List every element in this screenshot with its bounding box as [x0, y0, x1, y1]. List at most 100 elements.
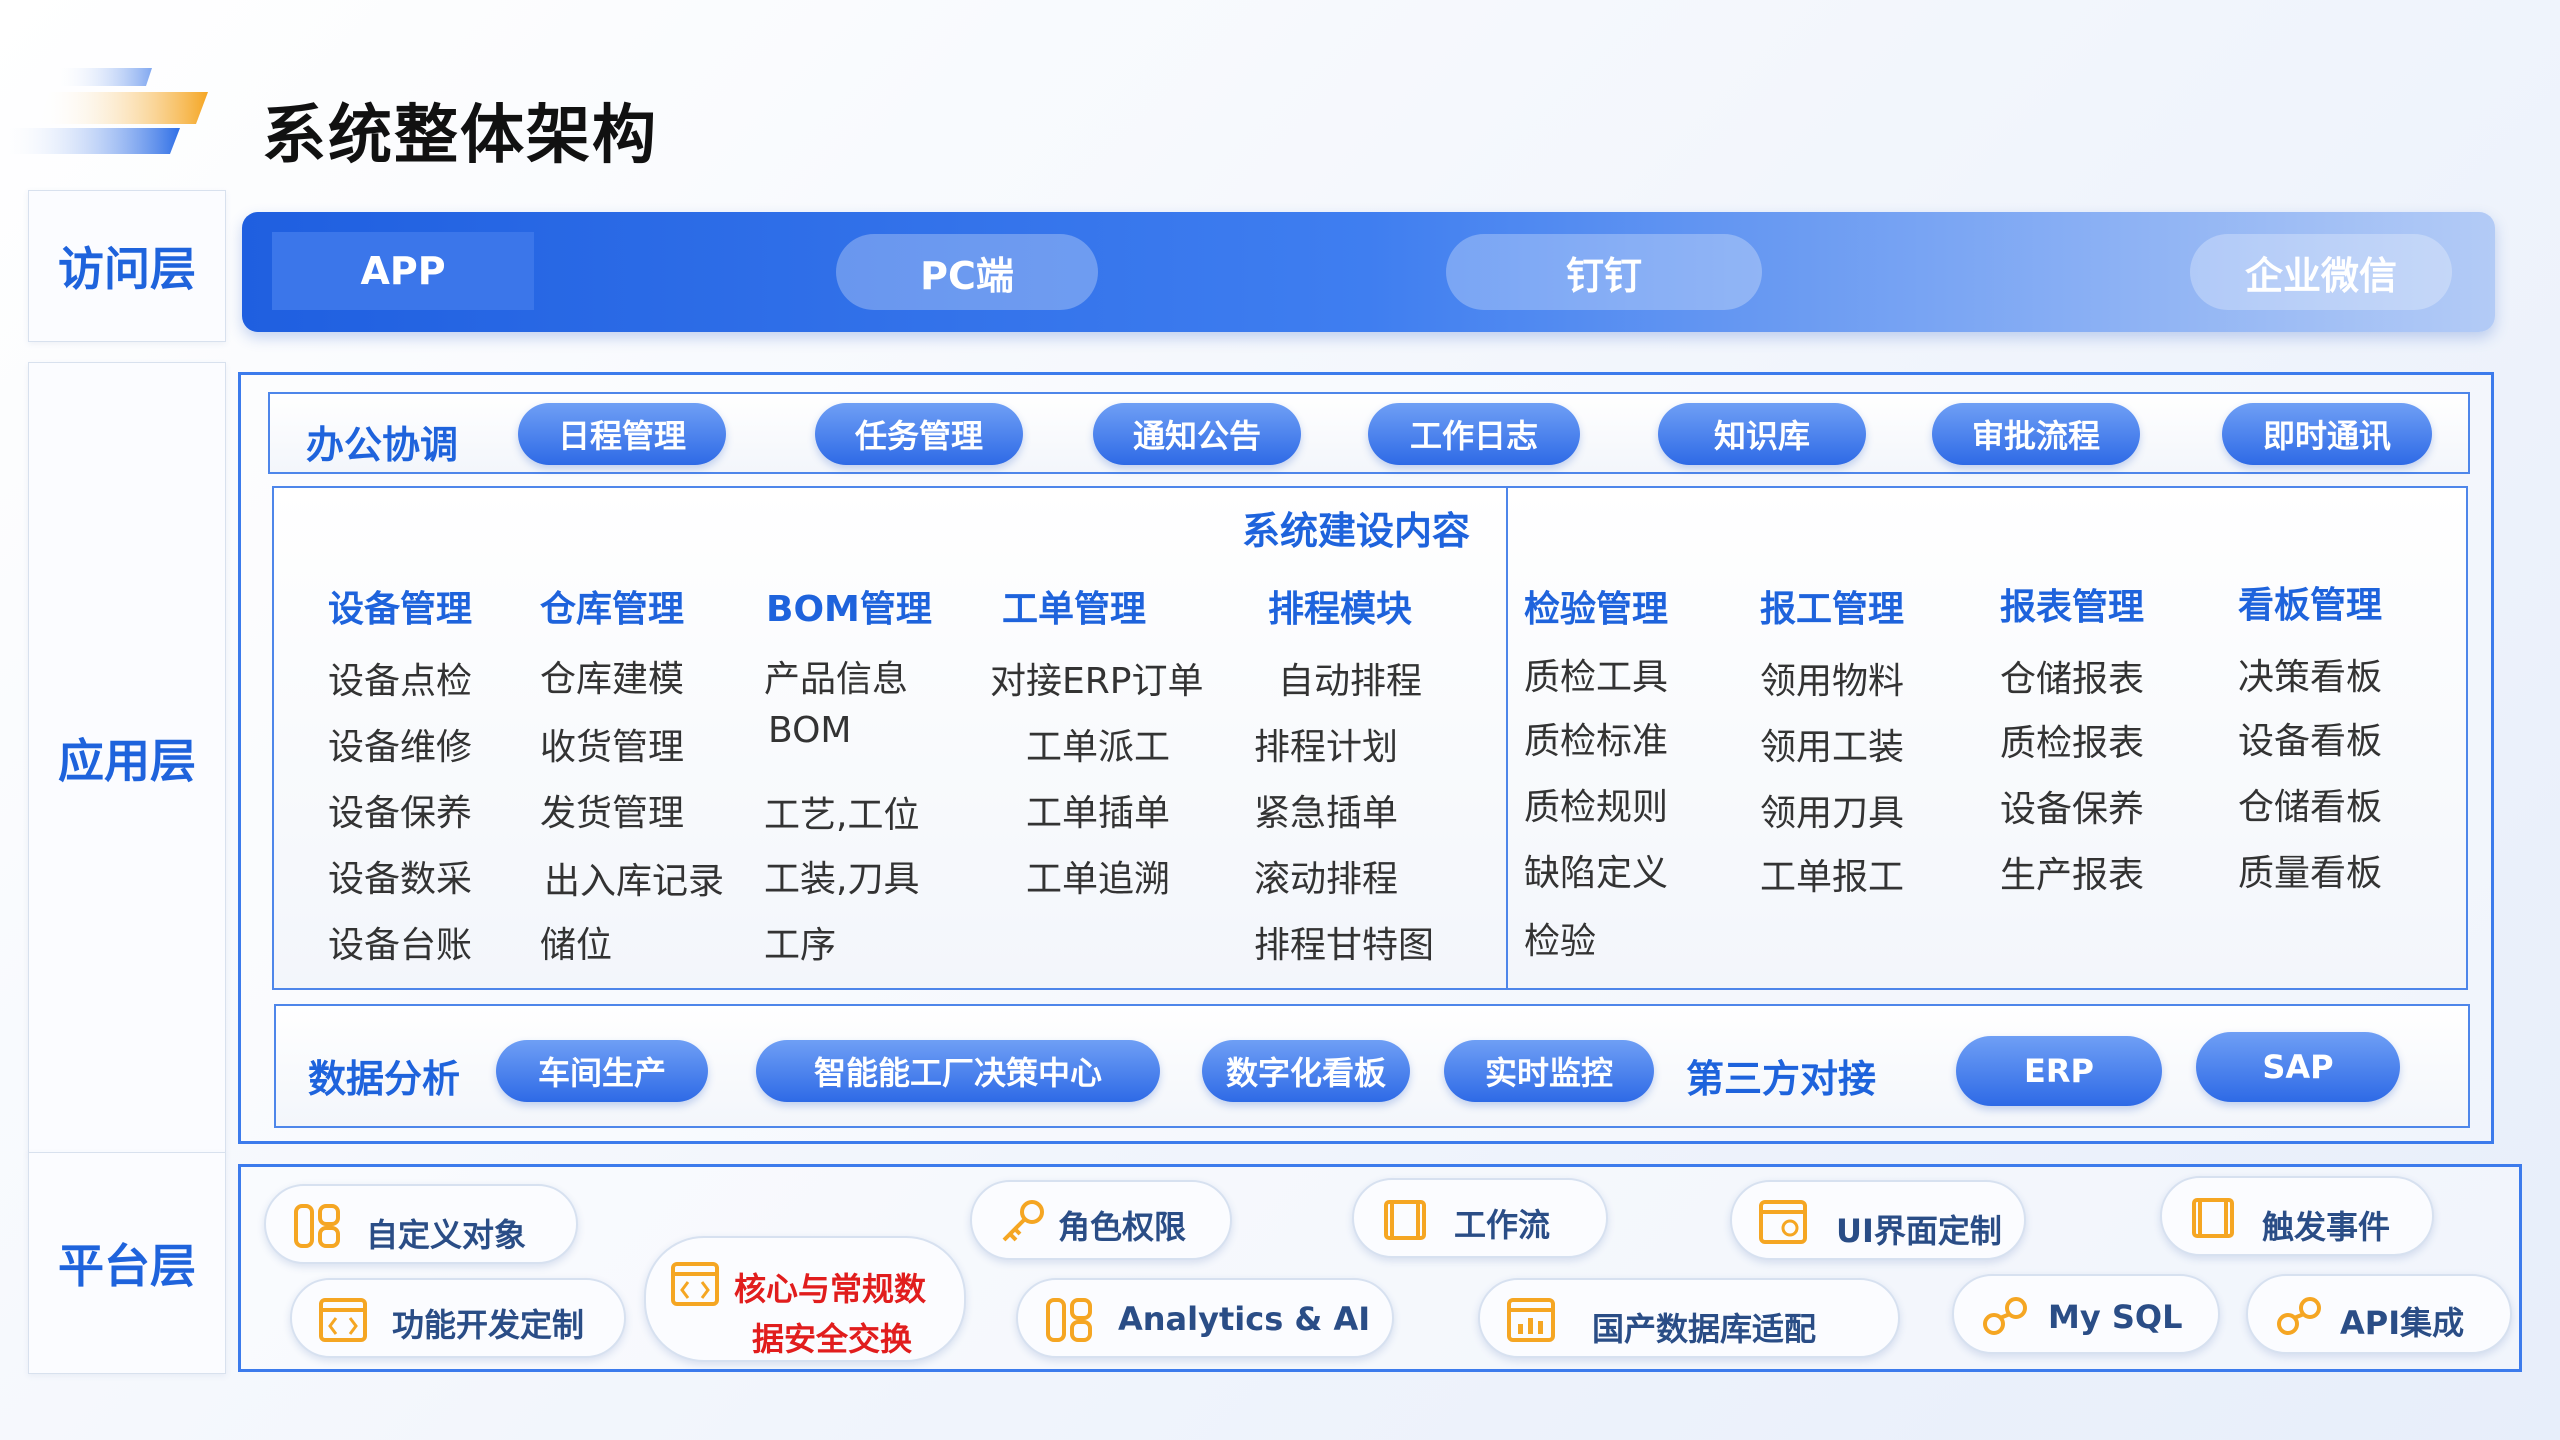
application-layer-label: 应用层 [28, 362, 226, 1154]
col-head-inspection: 检验管理 [1524, 589, 1669, 630]
office-item-knowledge[interactable]: 知识库 [1658, 403, 1866, 465]
cell-dashboard: 仓储看板 [2238, 787, 2383, 828]
link-icon [1983, 1297, 2027, 1335]
platform-item-label: 自定义对象 [366, 1216, 527, 1254]
cell-scheduling: 滚动排程 [1254, 859, 1399, 900]
third-party-erp[interactable]: ERP [1956, 1036, 2162, 1106]
cell-dashboard: 决策看板 [2238, 657, 2383, 698]
cell-workorder: 工单插单 [1026, 793, 1171, 834]
cell-reporting: 领用物料 [1760, 661, 1905, 702]
code-window-icon [319, 1298, 367, 1342]
access-item-dingtalk[interactable]: 钉钉 [1446, 234, 1762, 310]
office-item-approval[interactable]: 审批流程 [1932, 403, 2140, 465]
platform-item-label: My SQL [2048, 1298, 2183, 1336]
cell-scheduling: 排程甘特图 [1254, 925, 1435, 966]
office-item-im[interactable]: 即时通讯 [2222, 403, 2432, 465]
cell-equipment: 设备维修 [328, 727, 473, 768]
cell-bom: 工艺,工位 [764, 795, 920, 836]
browser-icon [1759, 1200, 1807, 1244]
page-title: 系统整体架构 [262, 99, 658, 173]
office-item-notice[interactable]: 通知公告 [1093, 403, 1301, 465]
col-head-dashboard: 看板管理 [2238, 585, 2383, 626]
chart-window-icon [1507, 1298, 1555, 1342]
cell-reporting: 领用工装 [1760, 727, 1905, 768]
office-title: 办公协调 [306, 423, 459, 467]
office-item-worklog[interactable]: 工作日志 [1368, 403, 1580, 465]
platform-item-label: 功能开发定制 [392, 1306, 585, 1344]
platform-item-analytics-ai[interactable]: Analytics & AI [1016, 1278, 1394, 1358]
access-item-wecom[interactable]: 企业微信 [2190, 234, 2452, 310]
cell-reports: 仓储报表 [2000, 659, 2145, 700]
cell-inspection: 缺陷定义 [1524, 853, 1669, 894]
platform-item-label-line2: 据安全交换 [752, 1320, 913, 1358]
cell-inspection: 质检工具 [1524, 657, 1669, 698]
access-item-pc[interactable]: PC端 [836, 234, 1098, 310]
access-layer-bar [242, 212, 2495, 332]
access-layer-label: 访问层 [28, 190, 226, 342]
cell-warehouse: 发货管理 [540, 793, 685, 834]
data-item-realtime-monitor[interactable]: 实时监控 [1444, 1040, 1654, 1102]
cell-equipment: 设备保养 [328, 793, 473, 834]
data-item-decision-center[interactable]: 智能能工厂决策中心 [756, 1040, 1160, 1102]
cell-scheduling: 排程计划 [1254, 727, 1399, 768]
platform-item-workflow[interactable]: 工作流 [1352, 1178, 1608, 1258]
platform-item-custom-object[interactable]: 自定义对象 [264, 1184, 578, 1264]
col-head-bom: BOM管理 [766, 589, 932, 630]
cell-scheduling: 紧急插单 [1254, 793, 1399, 834]
col-head-reports: 报表管理 [2000, 587, 2145, 628]
platform-item-mysql[interactable]: My SQL [1952, 1274, 2220, 1354]
cell-warehouse: 仓库建模 [540, 659, 685, 700]
cell-scheduling: 自动排程 [1278, 661, 1423, 702]
cell-dashboard: 质量看板 [2238, 853, 2383, 894]
col-head-scheduling: 排程模块 [1268, 589, 1413, 630]
platform-layer-label: 平台层 [28, 1152, 226, 1374]
cell-workorder: 工单追溯 [1026, 859, 1171, 900]
cell-warehouse: 出入库记录 [544, 861, 725, 902]
code-window-icon [671, 1262, 719, 1306]
office-item-task[interactable]: 任务管理 [815, 403, 1023, 465]
cell-inspection: 质检规则 [1524, 787, 1669, 828]
cell-workorder: 工单派工 [1026, 727, 1171, 768]
cell-equipment: 设备数采 [328, 859, 473, 900]
access-item-app[interactable]: APP [272, 232, 534, 310]
cell-reports: 设备保养 [2000, 789, 2145, 830]
platform-item-label: 角色权限 [1058, 1208, 1187, 1246]
office-item-schedule[interactable]: 日程管理 [518, 403, 726, 465]
platform-item-label: Analytics & AI [1118, 1300, 1371, 1338]
platform-item-label: 触发事件 [2262, 1208, 2391, 1246]
cell-bom: 工装,刀具 [764, 859, 920, 900]
third-party-title: 第三方对接 [1686, 1057, 1877, 1101]
cell-reporting: 领用刀具 [1760, 793, 1905, 834]
grid-icon [294, 1204, 340, 1248]
platform-item-api[interactable]: API集成 [2246, 1274, 2512, 1354]
platform-item-label: UI界面定制 [1836, 1212, 2002, 1250]
third-party-sap[interactable]: SAP [2196, 1032, 2400, 1102]
platform-item-data-exchange[interactable]: 核心与常规数 据安全交换 [644, 1236, 966, 1362]
construction-divider [1506, 486, 1508, 990]
platform-item-label: 工作流 [1454, 1206, 1551, 1244]
cell-bom: 产品信息 [764, 659, 909, 700]
cell-inspection: 质检标准 [1524, 721, 1669, 762]
grid-icon [1046, 1298, 1092, 1342]
cell-equipment: 设备台账 [328, 925, 473, 966]
platform-item-domestic-db[interactable]: 国产数据库适配 [1478, 1278, 1900, 1358]
scroll-icon [1384, 1200, 1426, 1240]
platform-item-role-permission[interactable]: 角色权限 [970, 1180, 1232, 1260]
platform-item-trigger[interactable]: 触发事件 [2160, 1176, 2434, 1256]
scroll-icon [2192, 1198, 2234, 1238]
data-item-workshop[interactable]: 车间生产 [496, 1040, 708, 1102]
col-head-reporting: 报工管理 [1760, 589, 1905, 630]
platform-item-feature-dev[interactable]: 功能开发定制 [290, 1278, 626, 1358]
cell-warehouse: 储位 [540, 925, 613, 966]
cell-dashboard: 设备看板 [2238, 721, 2383, 762]
cell-warehouse: 收货管理 [540, 727, 685, 768]
col-head-equipment: 设备管理 [328, 589, 473, 630]
col-head-workorder: 工单管理 [1002, 589, 1147, 630]
cell-workorder: 对接ERP订单 [990, 661, 1204, 702]
cell-reports: 生产报表 [2000, 855, 2145, 896]
key-icon [1002, 1200, 1044, 1242]
platform-item-ui-custom[interactable]: UI界面定制 [1730, 1180, 2026, 1260]
platform-item-label: 核心与常规数 [734, 1270, 927, 1308]
link-icon [2277, 1297, 2321, 1335]
data-item-digital-board[interactable]: 数字化看板 [1202, 1040, 1410, 1102]
